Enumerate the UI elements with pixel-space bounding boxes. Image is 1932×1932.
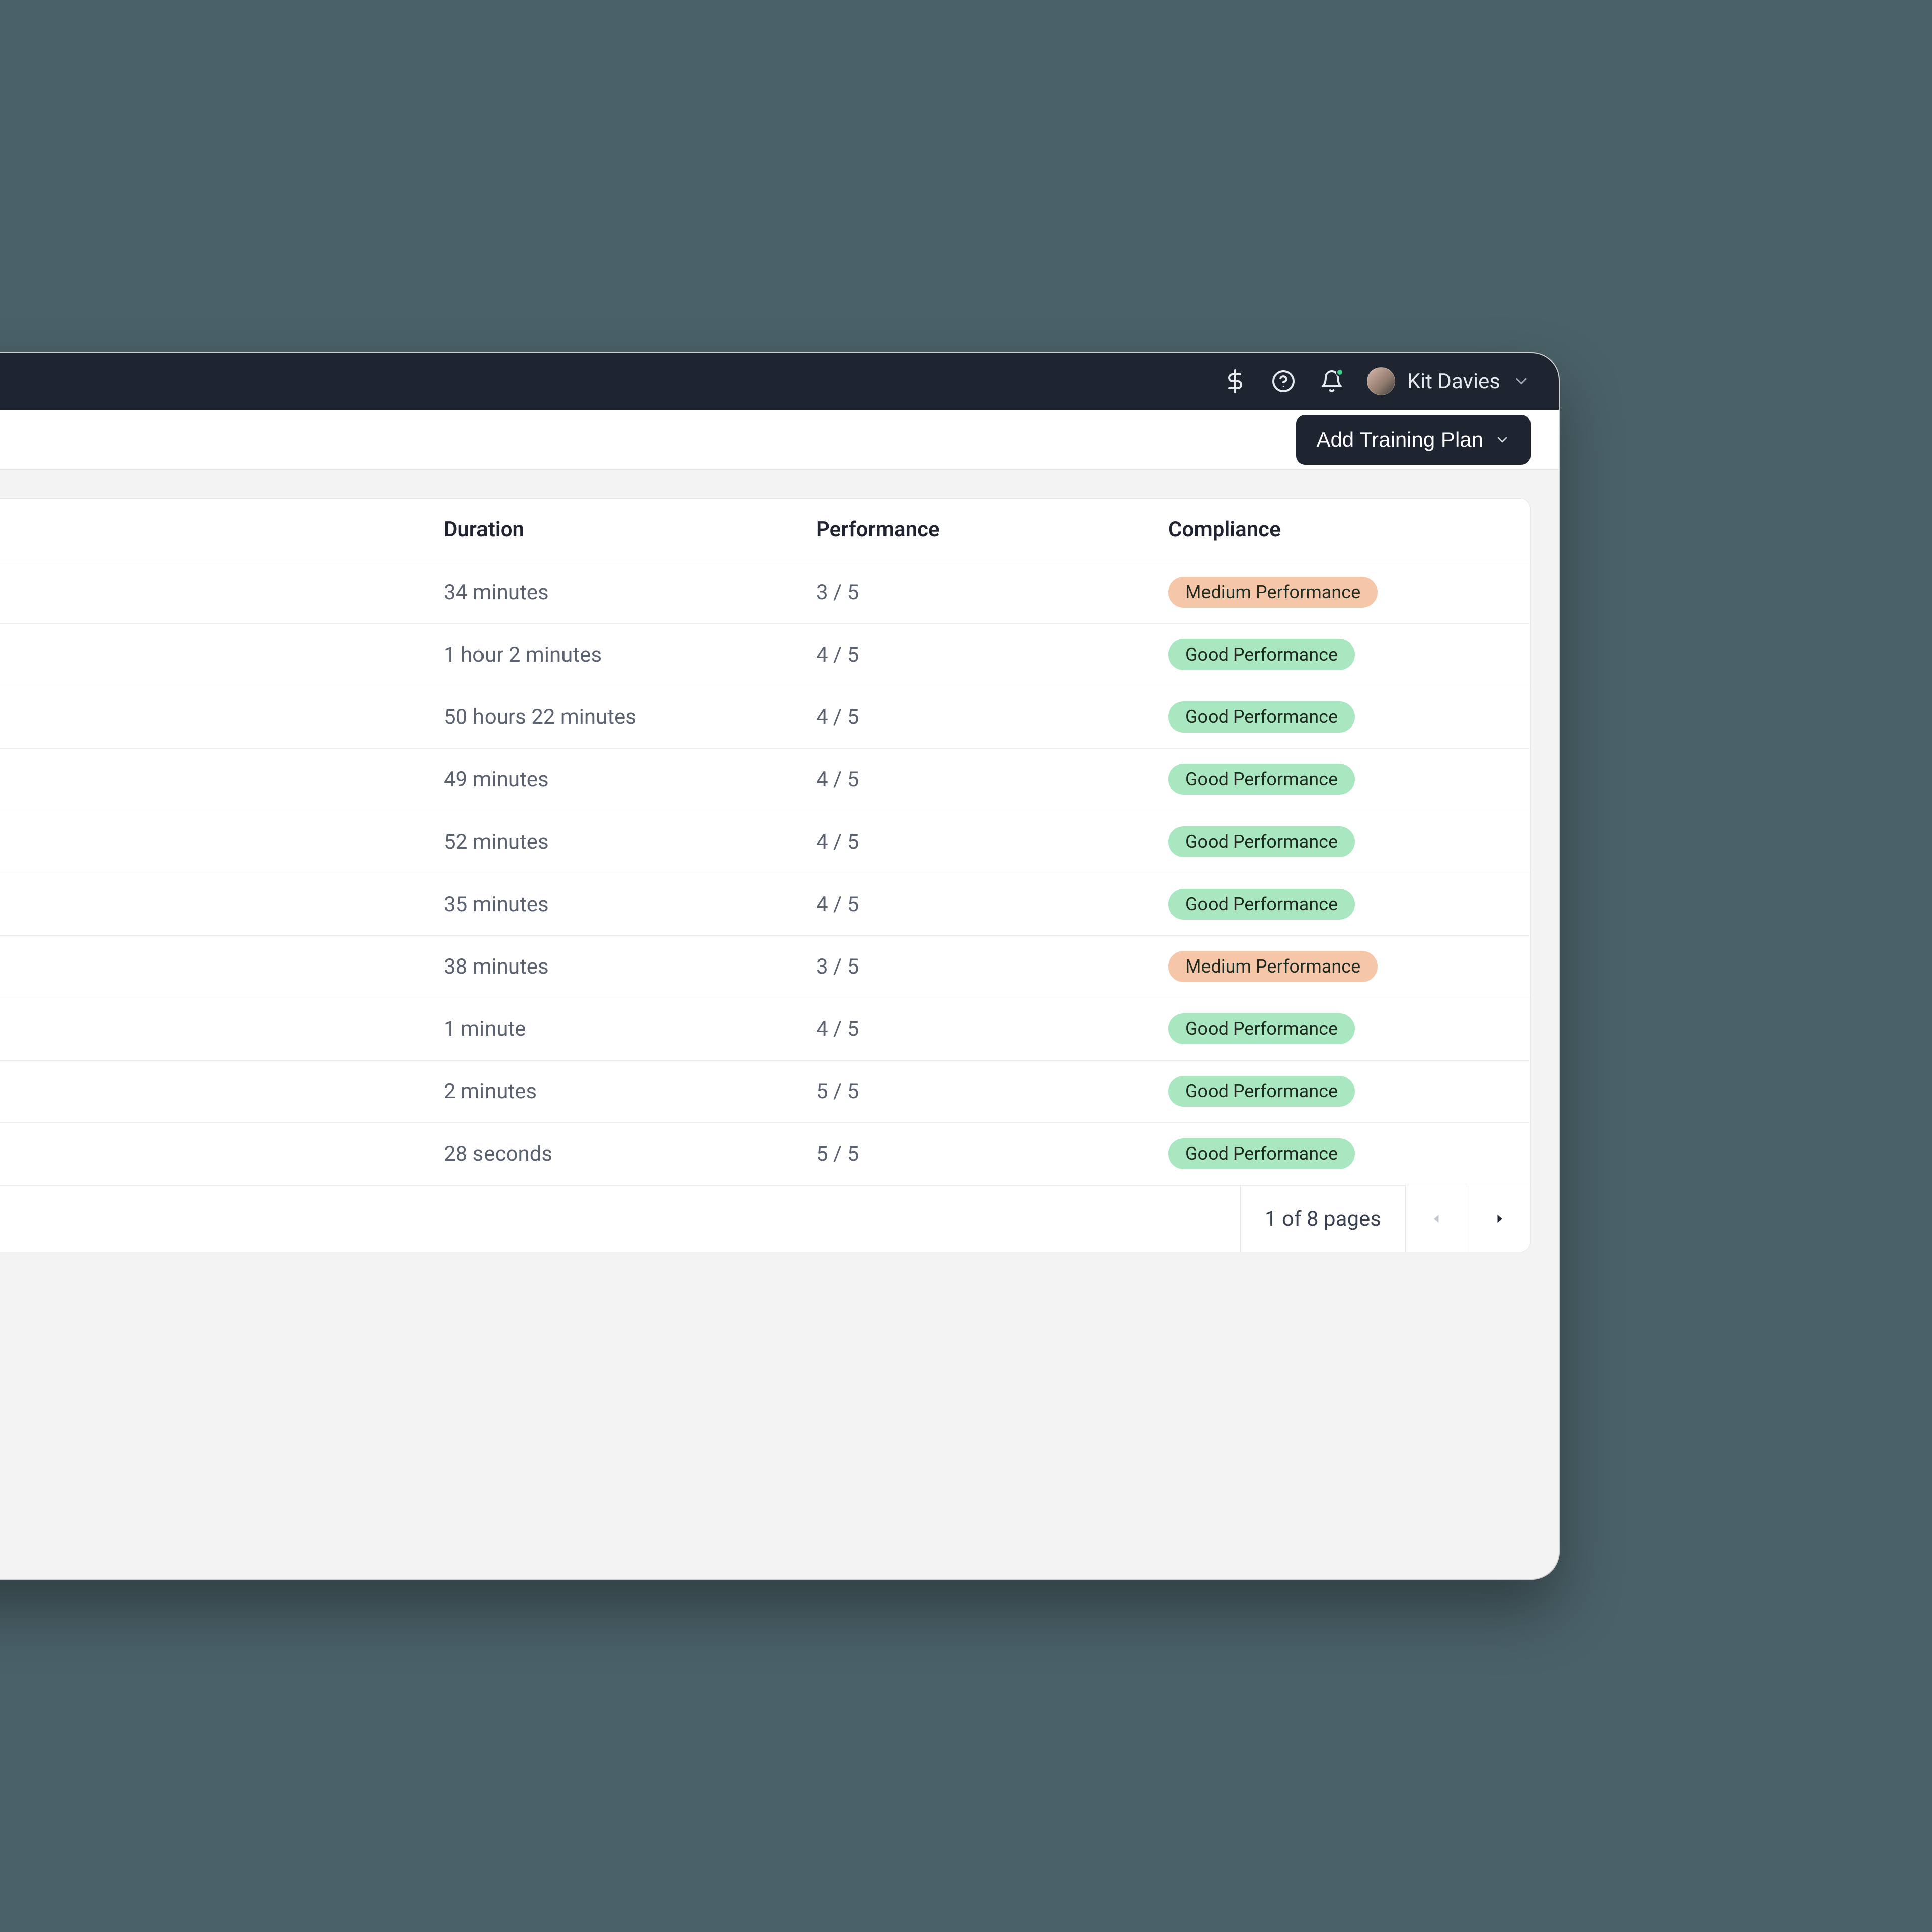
table-row[interactable]: 1 hour 2 minutes4 / 5 Good Performance xyxy=(0,623,1531,686)
table-row[interactable]: 35 minutes4 / 5 Good Performance xyxy=(0,873,1531,935)
cell-first xyxy=(0,748,424,811)
add-training-plan-button[interactable]: Add Training Plan xyxy=(1296,415,1531,465)
content: t Duration Performance Compliance 34 min… xyxy=(0,470,1559,1252)
cell-duration: 38 minutes xyxy=(424,935,796,998)
compliance-badge: Good Performance xyxy=(1168,1138,1355,1169)
col-header-compliance[interactable]: Compliance xyxy=(1148,499,1531,561)
cell-duration: 52 minutes xyxy=(424,811,796,873)
cell-duration: 35 minutes xyxy=(424,873,796,935)
cell-compliance: Medium Performance xyxy=(1148,561,1531,623)
table-row[interactable]: 49 minutes4 / 5 Good Performance xyxy=(0,748,1531,811)
table-row[interactable]: 34 minutes3 / 5 Medium Performance xyxy=(0,561,1531,623)
user-name: Kit Davies xyxy=(1407,369,1500,394)
cell-duration: 50 hours 22 minutes xyxy=(424,686,796,748)
compliance-badge: Good Performance xyxy=(1168,889,1355,920)
col-header-duration[interactable]: Duration xyxy=(424,499,796,561)
cell-performance: 4 / 5 xyxy=(796,811,1148,873)
table-row[interactable]: 50 hours 22 minutes4 / 5 Good Performance xyxy=(0,686,1531,748)
dollar-icon[interactable] xyxy=(1222,368,1248,394)
cell-first xyxy=(0,623,424,686)
avatar xyxy=(1367,367,1395,395)
chevron-down-icon xyxy=(1512,372,1531,390)
pagination-next-button[interactable] xyxy=(1468,1185,1530,1252)
help-icon[interactable] xyxy=(1270,368,1297,394)
col-header-performance[interactable]: Performance xyxy=(796,499,1148,561)
cell-performance: 5 / 5 xyxy=(796,1060,1148,1122)
cell-duration: 1 minute xyxy=(424,998,796,1060)
training-table: t Duration Performance Compliance 34 min… xyxy=(0,499,1531,1185)
cell-performance: 4 / 5 xyxy=(796,873,1148,935)
cell-duration: 28 seconds xyxy=(424,1122,796,1185)
cell-first xyxy=(0,561,424,623)
cell-first xyxy=(0,811,424,873)
topbar: Kit Davies xyxy=(0,353,1559,410)
cell-compliance: Good Performance xyxy=(1148,1122,1531,1185)
cell-first xyxy=(0,873,424,935)
pagination-prev-button[interactable] xyxy=(1405,1185,1468,1252)
col-header-first[interactable]: t xyxy=(0,499,424,561)
cell-performance: 3 / 5 xyxy=(796,935,1148,998)
notifications-icon[interactable] xyxy=(1319,368,1345,394)
table-card: t Duration Performance Compliance 34 min… xyxy=(0,498,1531,1252)
app-window: Kit Davies ans Add Training Plan t Durat… xyxy=(0,352,1560,1580)
cell-duration: 49 minutes xyxy=(424,748,796,811)
cell-performance: 4 / 5 xyxy=(796,623,1148,686)
cell-first xyxy=(0,998,424,1060)
cell-first xyxy=(0,1122,424,1185)
cell-duration: 34 minutes xyxy=(424,561,796,623)
cell-first xyxy=(0,686,424,748)
cell-compliance: Good Performance xyxy=(1148,623,1531,686)
cell-compliance: Good Performance xyxy=(1148,1060,1531,1122)
user-menu[interactable]: Kit Davies xyxy=(1367,367,1531,395)
compliance-badge: Good Performance xyxy=(1168,701,1355,733)
pagination: 1 of 8 pages xyxy=(0,1185,1530,1252)
cell-performance: 4 / 5 xyxy=(796,748,1148,811)
cell-compliance: Medium Performance xyxy=(1148,935,1531,998)
subbar: ans Add Training Plan xyxy=(0,410,1559,470)
table-header-row: t Duration Performance Compliance xyxy=(0,499,1531,561)
cell-compliance: Good Performance xyxy=(1148,998,1531,1060)
cell-duration: 2 minutes xyxy=(424,1060,796,1122)
notification-dot xyxy=(1336,368,1344,376)
cell-compliance: Good Performance xyxy=(1148,811,1531,873)
cell-first xyxy=(0,1060,424,1122)
chevron-down-icon xyxy=(1494,432,1510,448)
table-row[interactable]: 1 minute4 / 5 Good Performance xyxy=(0,998,1531,1060)
compliance-badge: Good Performance xyxy=(1168,764,1355,795)
cell-duration: 1 hour 2 minutes xyxy=(424,623,796,686)
compliance-badge: Good Performance xyxy=(1168,826,1355,857)
cell-compliance: Good Performance xyxy=(1148,873,1531,935)
cell-compliance: Good Performance xyxy=(1148,686,1531,748)
cell-performance: 3 / 5 xyxy=(796,561,1148,623)
table-row[interactable]: 38 minutes3 / 5 Medium Performance xyxy=(0,935,1531,998)
compliance-badge: Medium Performance xyxy=(1168,951,1378,982)
compliance-badge: Good Performance xyxy=(1168,639,1355,670)
table-row[interactable]: 2 minutes5 / 5 Good Performance xyxy=(0,1060,1531,1122)
add-training-plan-label: Add Training Plan xyxy=(1316,428,1483,452)
cell-performance: 4 / 5 xyxy=(796,686,1148,748)
cell-performance: 5 / 5 xyxy=(796,1122,1148,1185)
cell-performance: 4 / 5 xyxy=(796,998,1148,1060)
table-row[interactable]: 28 seconds5 / 5 Good Performance xyxy=(0,1122,1531,1185)
compliance-badge: Medium Performance xyxy=(1168,577,1378,608)
pagination-label: 1 of 8 pages xyxy=(1240,1185,1405,1252)
cell-compliance: Good Performance xyxy=(1148,748,1531,811)
table-row[interactable]: 52 minutes4 / 5 Good Performance xyxy=(0,811,1531,873)
cell-first xyxy=(0,935,424,998)
compliance-badge: Good Performance xyxy=(1168,1013,1355,1044)
compliance-badge: Good Performance xyxy=(1168,1076,1355,1107)
